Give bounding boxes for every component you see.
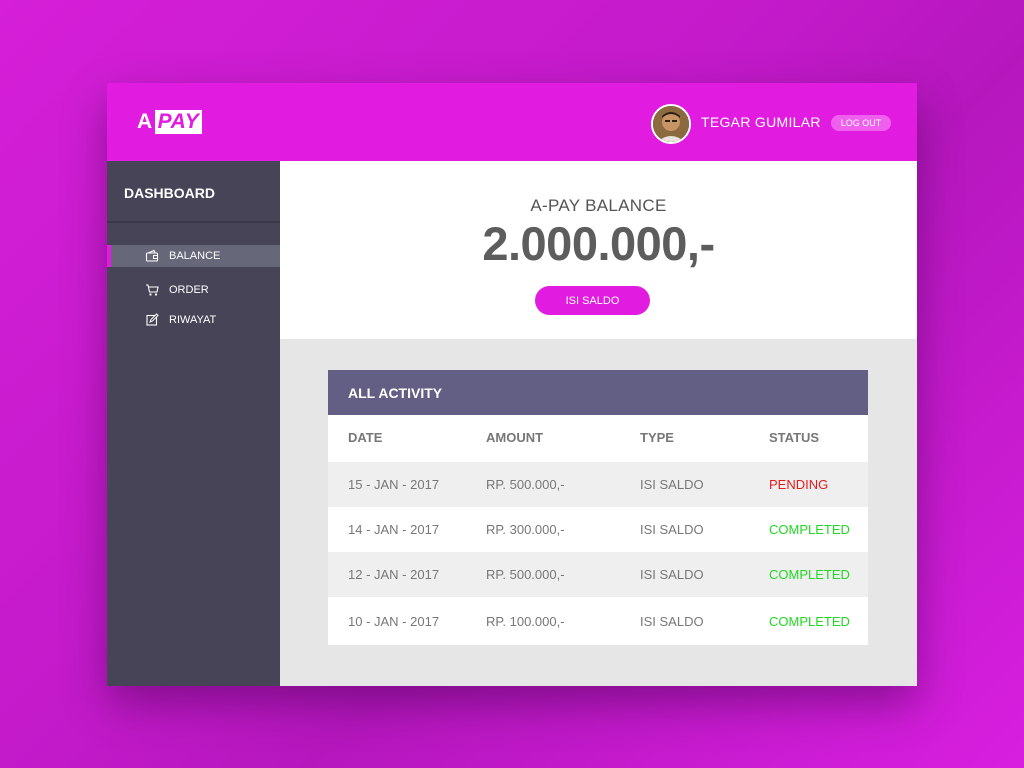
sidebar-title: DASHBOARD bbox=[124, 185, 215, 201]
table-header-row: DATE AMOUNT TYPE STATUS bbox=[328, 415, 868, 460]
balance-panel: A-PAY BALANCE 2.000.000,- ISI SALDO bbox=[280, 161, 917, 339]
sidebar-item-label: ORDER bbox=[169, 284, 209, 296]
status-badge: COMPLETED bbox=[769, 567, 850, 582]
avatar-image bbox=[653, 106, 689, 142]
table-row[interactable]: 14 - JAN - 2017 RP. 300.000,- ISI SALDO … bbox=[328, 507, 868, 552]
sidebar-item-balance[interactable]: BALANCE bbox=[107, 245, 280, 267]
column-header-status[interactable]: STATUS bbox=[769, 430, 819, 445]
activity-table: ALL ACTIVITY DATE AMOUNT TYPE STATUS 15 … bbox=[328, 370, 868, 645]
avatar[interactable] bbox=[651, 104, 691, 144]
balance-title: A-PAY BALANCE bbox=[530, 196, 667, 215]
column-header-type[interactable]: TYPE bbox=[640, 430, 674, 445]
logout-button[interactable]: LOG OUT bbox=[831, 115, 891, 131]
activity-header: ALL ACTIVITY bbox=[328, 370, 868, 415]
app-logo[interactable]: A PAY bbox=[137, 110, 203, 134]
cell-type: ISI SALDO bbox=[640, 477, 704, 492]
cell-amount: RP. 500.000,- bbox=[486, 477, 565, 492]
cart-icon bbox=[146, 284, 159, 296]
cell-type: ISI SALDO bbox=[640, 567, 704, 582]
sidebar-item-label: RIWAYAT bbox=[169, 314, 217, 326]
sidebar-item-label: BALANCE bbox=[169, 250, 221, 262]
user-name: TEGAR GUMILAR bbox=[701, 114, 821, 130]
topup-button[interactable]: ISI SALDO bbox=[535, 286, 650, 315]
edit-icon bbox=[146, 313, 159, 326]
logo-part2: PAY bbox=[154, 110, 203, 134]
cell-amount: RP. 100.000,- bbox=[486, 614, 565, 629]
cell-type: ISI SALDO bbox=[640, 522, 704, 537]
status-badge: COMPLETED bbox=[769, 522, 850, 537]
cell-date: 14 - JAN - 2017 bbox=[348, 522, 440, 537]
cell-amount: RP. 500.000,- bbox=[486, 567, 565, 582]
status-badge: COMPLETED bbox=[769, 614, 850, 629]
balance-amount: 2.000.000,- bbox=[482, 217, 715, 270]
sidebar-divider bbox=[107, 221, 280, 223]
logo-part1: A bbox=[137, 110, 153, 133]
cell-date: 12 - JAN - 2017 bbox=[348, 567, 440, 582]
cell-date: 15 - JAN - 2017 bbox=[348, 477, 440, 492]
table-row[interactable]: 10 - JAN - 2017 RP. 100.000,- ISI SALDO … bbox=[328, 599, 868, 644]
cell-date: 10 - JAN - 2017 bbox=[348, 614, 440, 629]
sidebar: DASHBOARD BALANCE ORDER RIWAYAT bbox=[107, 161, 280, 686]
table-row[interactable]: 12 - JAN - 2017 RP. 500.000,- ISI SALDO … bbox=[328, 552, 868, 597]
activity-title: ALL ACTIVITY bbox=[348, 385, 443, 401]
app-window: A PAY TEGAR GUMILAR LOG OUT DASHBOARD BA… bbox=[107, 83, 917, 686]
cell-amount: RP. 300.000,- bbox=[486, 522, 565, 537]
wallet-icon bbox=[145, 249, 159, 262]
sidebar-item-riwayat[interactable]: RIWAYAT bbox=[107, 309, 280, 331]
top-bar: A PAY TEGAR GUMILAR LOG OUT bbox=[107, 83, 917, 161]
column-header-date[interactable]: DATE bbox=[348, 430, 382, 445]
sidebar-item-order[interactable]: ORDER bbox=[107, 279, 280, 301]
column-header-amount[interactable]: AMOUNT bbox=[486, 430, 543, 445]
table-row[interactable]: 15 - JAN - 2017 RP. 500.000,- ISI SALDO … bbox=[328, 462, 868, 507]
status-badge: PENDING bbox=[769, 477, 829, 492]
cell-type: ISI SALDO bbox=[640, 614, 704, 629]
